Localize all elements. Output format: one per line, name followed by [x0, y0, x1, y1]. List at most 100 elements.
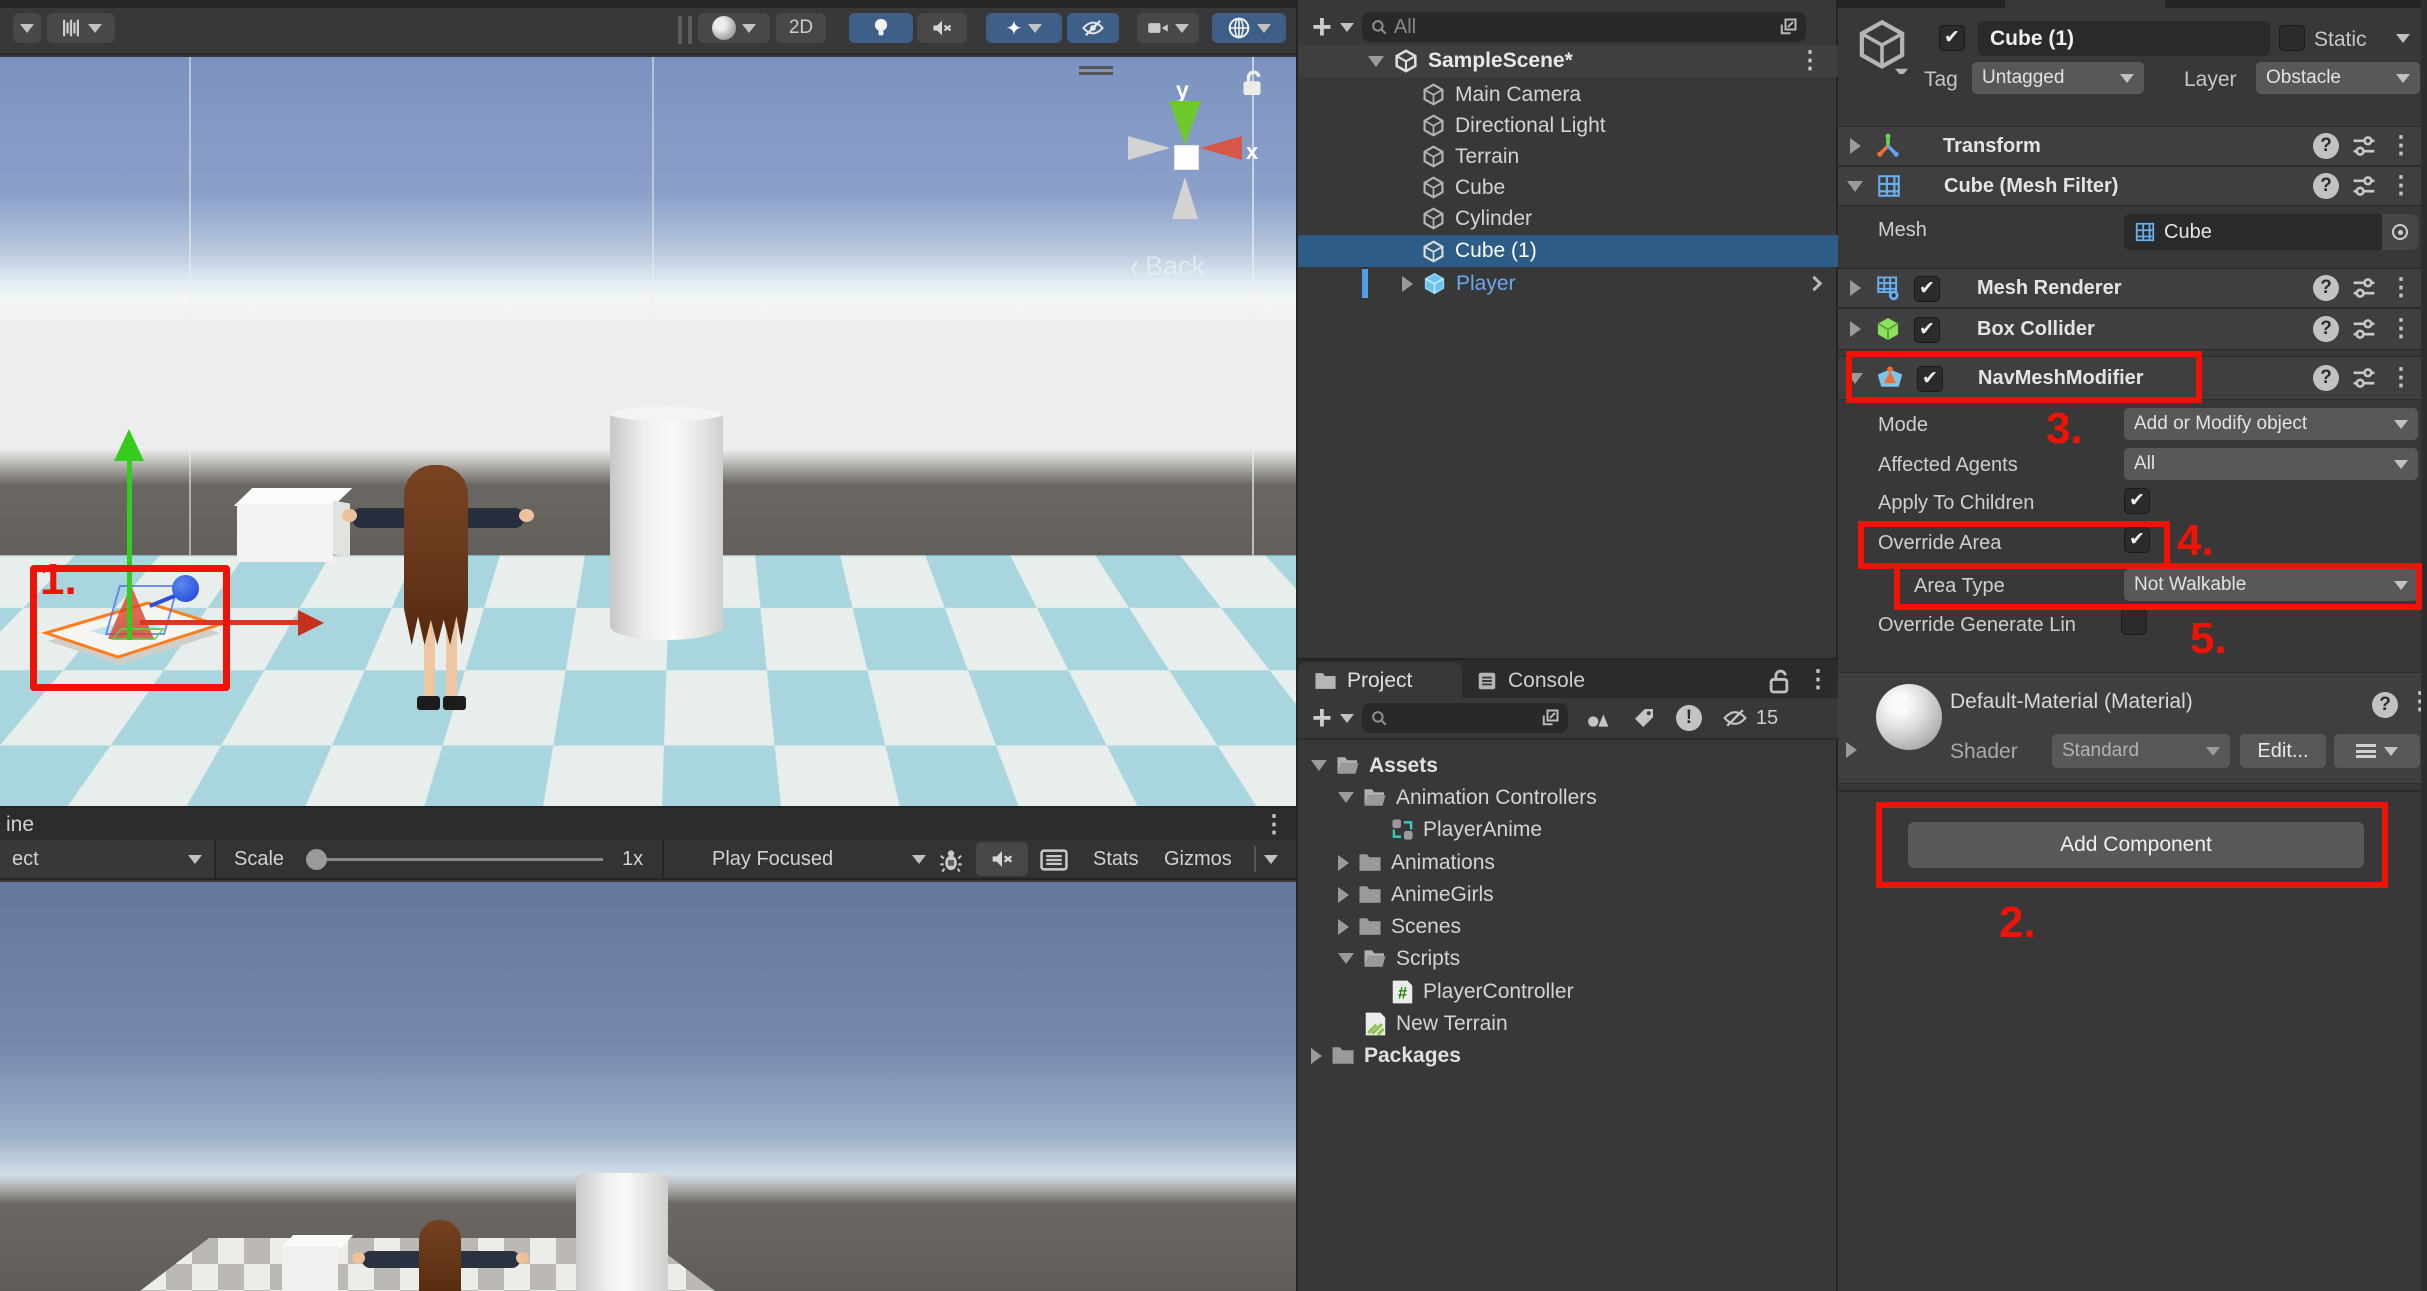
- axis-left-cone[interactable]: [1128, 136, 1170, 160]
- name-field[interactable]: Cube (1): [1978, 21, 2270, 56]
- help-icon[interactable]: [2313, 316, 2339, 342]
- object-picker-icon[interactable]: [2382, 214, 2418, 250]
- y-axis-arrowhead[interactable]: [114, 429, 144, 461]
- help-icon[interactable]: [2313, 133, 2339, 159]
- chevron-down-icon[interactable]: [1340, 23, 1354, 32]
- hierarchy-item-terrain[interactable]: Terrain: [1298, 141, 1838, 172]
- scene-menu-icon[interactable]: [1798, 49, 1822, 73]
- foldout-closed-icon[interactable]: [1850, 280, 1861, 296]
- hierarchy-item-player[interactable]: Player: [1298, 268, 1838, 299]
- open-new-window-icon[interactable]: [1778, 17, 1798, 37]
- shader-dropdown[interactable]: Standard: [2052, 734, 2230, 768]
- tab-project[interactable]: Project: [1298, 662, 1462, 700]
- gizmos-button[interactable]: Gizmos: [1164, 848, 1232, 871]
- help-icon[interactable]: [2372, 692, 2398, 718]
- scene-visibility-button[interactable]: [1067, 13, 1119, 43]
- component-menu-icon[interactable]: [2389, 174, 2413, 198]
- gizmos-chevron-icon[interactable]: [1264, 855, 1278, 864]
- play-mode-dropdown[interactable]: Play Focused: [696, 840, 926, 878]
- presets-icon[interactable]: [2351, 365, 2377, 391]
- axis-x-cone[interactable]: [1200, 136, 1242, 160]
- component-menu-icon[interactable]: [2389, 366, 2413, 390]
- axis-y-cone[interactable]: [1169, 101, 1201, 145]
- axis-bottom-cone[interactable]: [1172, 177, 1198, 219]
- foldout-open-icon[interactable]: [1338, 792, 1354, 803]
- tree-item-packages[interactable]: Packages: [1298, 1040, 1838, 1071]
- tree-item-assets[interactable]: Assets: [1298, 750, 1838, 781]
- foldout-open-icon[interactable]: [1311, 760, 1327, 771]
- component-menu-icon[interactable]: [2389, 276, 2413, 300]
- overlay-header[interactable]: AI Navigation: [1082, 605, 1296, 643]
- apply-to-children-checkbox[interactable]: [2124, 488, 2150, 514]
- foldout-closed-icon[interactable]: [1850, 321, 1861, 337]
- aspect-dropdown[interactable]: ect: [0, 840, 216, 878]
- project-menu-icon[interactable]: [1806, 668, 1830, 692]
- active-checkbox[interactable]: [1939, 25, 1965, 51]
- scene-view[interactable]: 1. y x ‹Back AI Navigation Surfaces Agen…: [0, 57, 1296, 806]
- chevron-down-icon[interactable]: [1340, 714, 1354, 723]
- overlay-handle-icon[interactable]: [1079, 66, 1113, 75]
- presets-icon[interactable]: [2351, 133, 2377, 159]
- scene-audio-button[interactable]: [917, 13, 967, 43]
- lock-open-icon[interactable]: [1768, 668, 1790, 694]
- hidden-packages-icon[interactable]: !: [1676, 705, 1702, 731]
- component-menu-icon[interactable]: [2389, 134, 2413, 158]
- mode-dropdown[interactable]: Add or Modify object: [2124, 408, 2418, 440]
- tab-console[interactable]: Console: [1476, 662, 1626, 700]
- edit-shader-button[interactable]: Edit...: [2240, 734, 2326, 768]
- foldout-closed-icon[interactable]: [1846, 742, 1857, 758]
- tree-item-playeranime[interactable]: PlayerAnime: [1298, 814, 1838, 845]
- hierarchy-search-input[interactable]: All: [1362, 12, 1806, 42]
- project-search-input[interactable]: [1362, 703, 1568, 733]
- tree-item-scripts[interactable]: Scripts: [1298, 943, 1838, 974]
- layer-dropdown[interactable]: Obstacle: [2256, 62, 2420, 94]
- hierarchy-item-main-camera[interactable]: Main Camera: [1298, 79, 1838, 110]
- hierarchy-item-cube-1-selected[interactable]: Cube (1): [1298, 235, 1838, 267]
- back-button[interactable]: ‹Back: [1130, 251, 1205, 282]
- tool-dropdown-button[interactable]: [13, 13, 41, 43]
- lock-open-icon[interactable]: [1240, 69, 1264, 97]
- overlay-item-agents[interactable]: Agents: [1082, 685, 1296, 733]
- static-checkbox[interactable]: [2279, 25, 2305, 51]
- hierarchy-item-cube[interactable]: Cube: [1298, 172, 1838, 203]
- component-box-collider-header[interactable]: Box Collider: [1838, 308, 2427, 350]
- material-list-button[interactable]: [2334, 734, 2420, 768]
- scene-lighting-button[interactable]: [849, 13, 913, 43]
- vsync-grid-icon[interactable]: [1040, 848, 1068, 872]
- x-axis-arrowhead[interactable]: [298, 610, 324, 636]
- filter-by-type-icon[interactable]: [1586, 706, 1612, 730]
- presets-icon[interactable]: [2351, 316, 2377, 342]
- foldout-closed-icon[interactable]: [1338, 919, 1349, 935]
- foldout-open-icon[interactable]: [1338, 953, 1354, 964]
- debug-bug-icon[interactable]: [938, 847, 964, 873]
- scale-slider-knob[interactable]: [306, 849, 327, 870]
- scene-effects-button[interactable]: ✦: [986, 13, 1062, 43]
- affected-agents-dropdown[interactable]: All: [2124, 448, 2418, 480]
- scene-gizmos-button[interactable]: [1212, 13, 1286, 43]
- axis-y-label[interactable]: y: [1176, 77, 1189, 104]
- tree-item-animations[interactable]: Animations: [1298, 847, 1838, 878]
- shading-mode-button[interactable]: [698, 13, 770, 43]
- tree-item-animegirls[interactable]: AnimeGirls: [1298, 879, 1838, 910]
- foldout-open-icon[interactable]: [1847, 181, 1863, 192]
- foldout-closed-icon[interactable]: [1338, 855, 1349, 871]
- scale-slider-track[interactable]: [327, 858, 603, 861]
- scene-camera-button[interactable]: [1137, 13, 1199, 43]
- presets-icon[interactable]: [2351, 275, 2377, 301]
- prefab-open-chevron-icon[interactable]: [1807, 276, 1823, 292]
- game-tab-partial[interactable]: ine: [6, 813, 34, 837]
- help-icon[interactable]: [2313, 365, 2339, 391]
- filter-by-label-icon[interactable]: [1632, 706, 1656, 730]
- foldout-closed-icon[interactable]: [1850, 138, 1861, 154]
- create-menu-button[interactable]: [1312, 10, 1332, 44]
- help-icon[interactable]: [2313, 173, 2339, 199]
- tree-item-animation-controllers[interactable]: Animation Controllers: [1298, 782, 1838, 813]
- create-asset-button[interactable]: [1312, 701, 1332, 735]
- 2d-toggle-button[interactable]: 2D: [776, 13, 826, 43]
- hierarchy-scene-row[interactable]: SampleScene*: [1298, 45, 1838, 77]
- game-audio-mute-button[interactable]: [976, 842, 1028, 876]
- axis-center-cube[interactable]: [1174, 145, 1199, 170]
- snap-settings-button[interactable]: [47, 13, 115, 43]
- tree-item-playercontroller[interactable]: # PlayerController: [1298, 976, 1838, 1007]
- mesh-object-field[interactable]: Cube: [2124, 214, 2418, 250]
